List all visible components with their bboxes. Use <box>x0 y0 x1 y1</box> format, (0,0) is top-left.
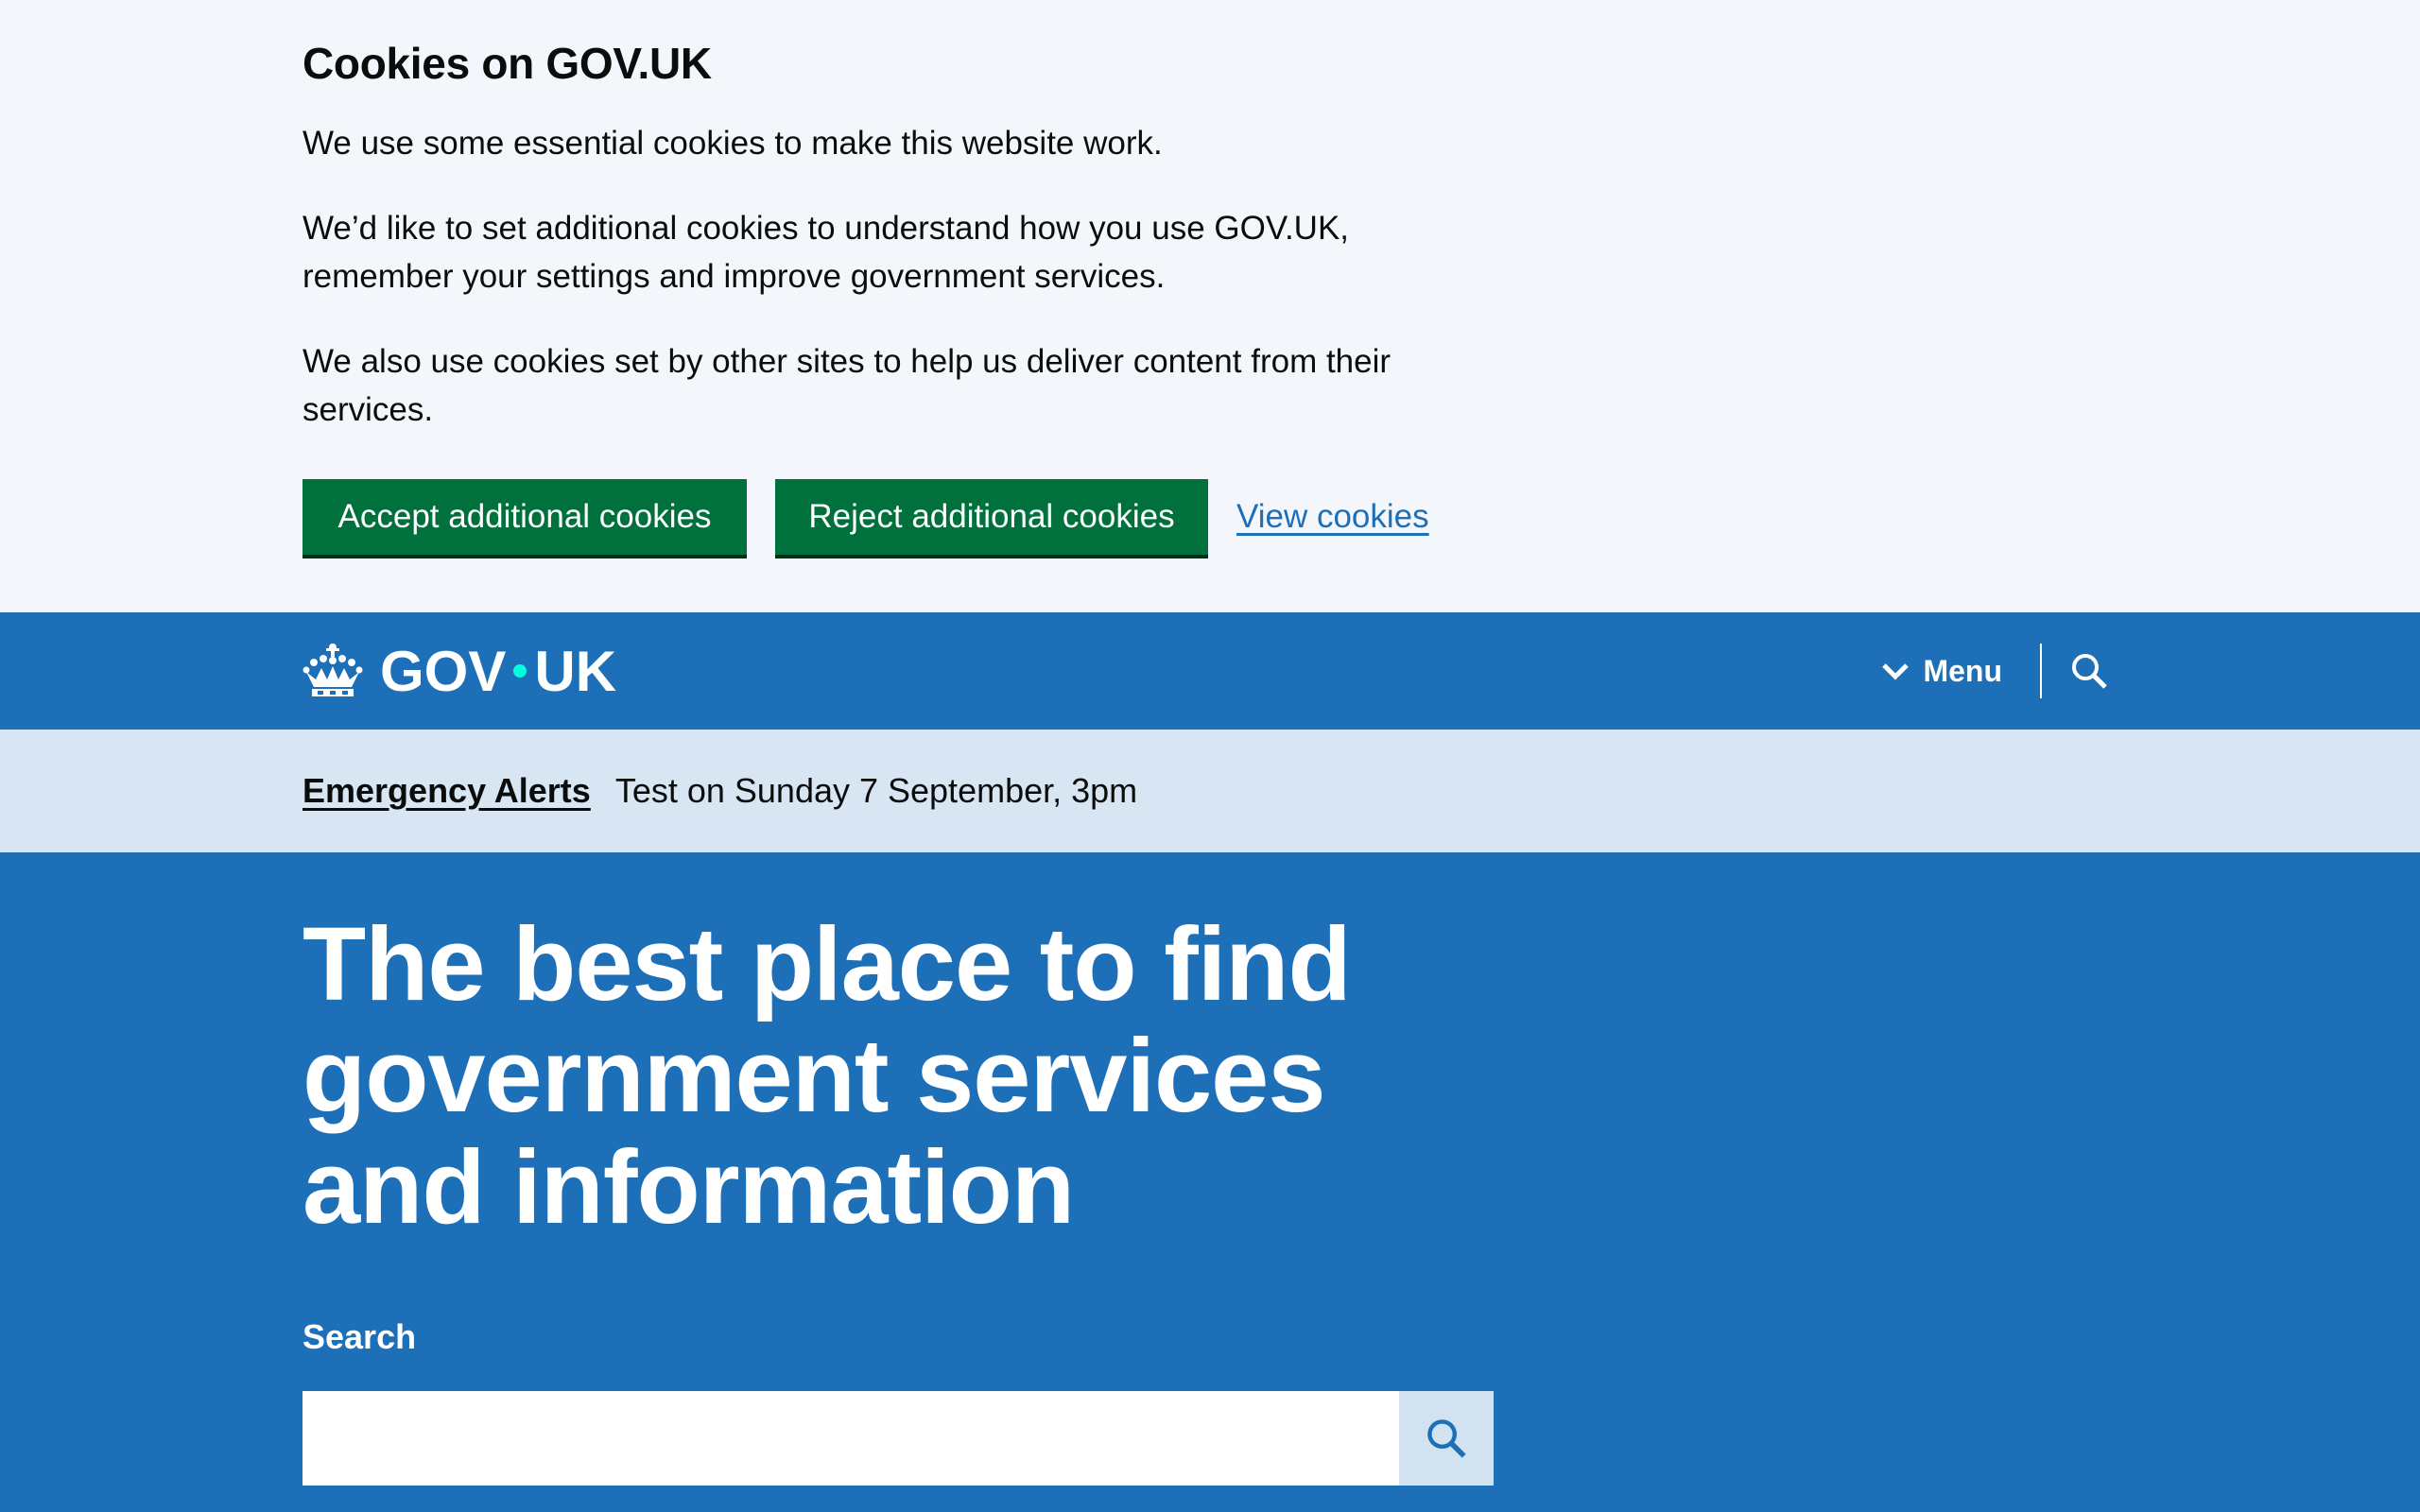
menu-button[interactable]: Menu <box>1881 644 2042 698</box>
search-input[interactable] <box>302 1391 1399 1486</box>
header-nav: Menu <box>1881 643 2118 699</box>
logotype-dot <box>513 664 527 678</box>
site-header: GOV UK Menu <box>0 612 2420 730</box>
accept-cookies-button[interactable]: Accept additional cookies <box>302 479 747 555</box>
emergency-alerts-link[interactable]: Emergency Alerts <box>302 771 591 811</box>
search-toggle-button[interactable] <box>2042 644 2136 698</box>
menu-button-label: Menu <box>1923 653 2002 688</box>
emergency-alert-text: Test on Sunday 7 September, 3pm <box>614 771 1138 810</box>
cookie-text-additional: We’d like to set additional cookies to u… <box>302 210 1350 295</box>
cookie-text-essential: We use some essential cookies to make th… <box>302 125 1163 162</box>
logotype-uk: UK <box>534 639 617 703</box>
search-label: Search <box>302 1317 417 1356</box>
search-icon <box>2072 654 2107 689</box>
view-cookies-link[interactable]: View cookies <box>1236 498 1429 536</box>
chevron-down-icon <box>1882 663 1910 680</box>
search-submit-button[interactable] <box>1399 1391 1494 1486</box>
search-form <box>302 1391 1494 1486</box>
logotype-gov: GOV <box>380 639 507 703</box>
cookie-banner: Cookies on GOV.UK We use some essential … <box>0 0 2420 612</box>
cookie-actions: Accept additional cookies Reject additio… <box>302 479 2118 555</box>
cookie-text-third-party: We also use cookies set by other sites t… <box>302 343 1392 428</box>
crown-icon <box>302 644 363 696</box>
govuk-logo-link[interactable]: GOV UK <box>302 639 616 704</box>
emergency-alert-banner: Emergency Alerts Test on Sunday 7 Septem… <box>0 730 2420 852</box>
page-title: The best place to find government servic… <box>302 906 1352 1246</box>
hero: The best place to find government servic… <box>0 852 2420 1512</box>
cookie-banner-title: Cookies on GOV.UK <box>302 39 712 88</box>
reject-cookies-button[interactable]: Reject additional cookies <box>775 479 1208 555</box>
govuk-logotype: GOV UK <box>380 639 616 704</box>
search-icon <box>1427 1419 1466 1458</box>
